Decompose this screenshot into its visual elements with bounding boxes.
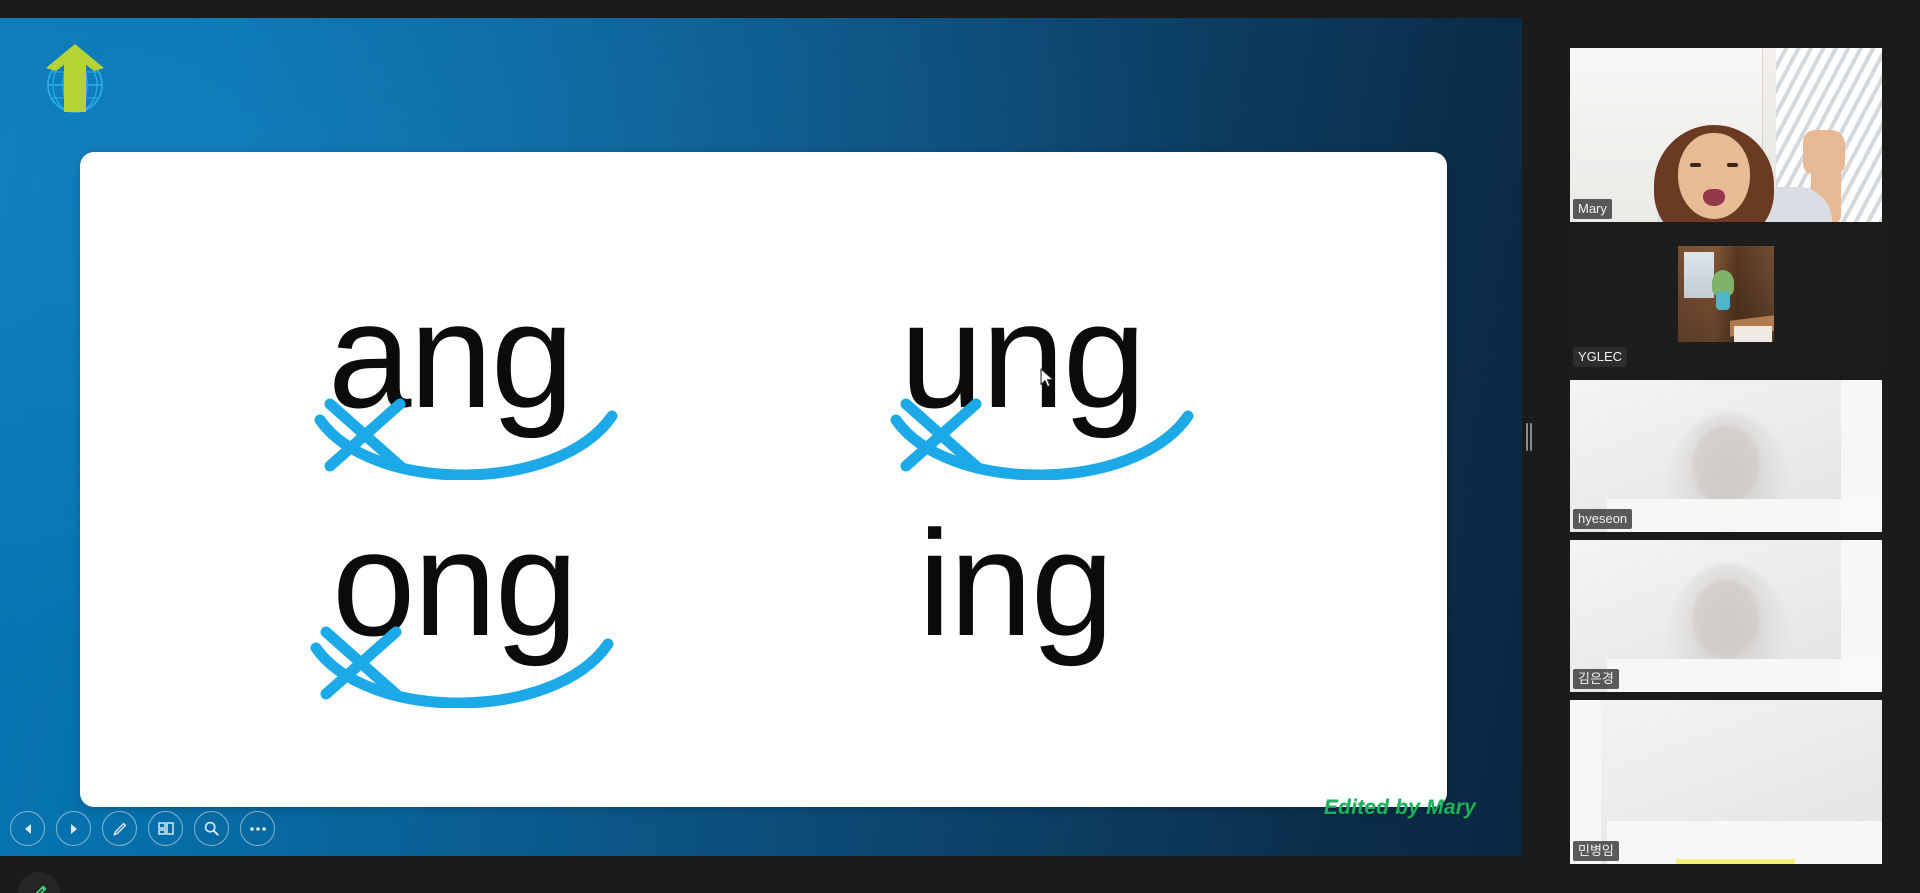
participant-tile-hyeseon[interactable]: hyeseon bbox=[1570, 380, 1882, 532]
syllable-text: ung bbox=[900, 271, 1146, 439]
syllable-text: ang bbox=[328, 271, 574, 439]
video-frame bbox=[1570, 700, 1882, 864]
slide-canvas[interactable]: ang ung ong ing bbox=[80, 152, 1447, 807]
pencil-icon bbox=[35, 885, 47, 893]
participant-video bbox=[1570, 700, 1882, 864]
participant-video bbox=[1570, 48, 1882, 222]
syllable-grid: ang ung ong ing bbox=[80, 152, 1447, 807]
participant-name: YGLEC bbox=[1573, 347, 1628, 367]
grip-icon bbox=[1526, 423, 1532, 451]
participant-name: 민병임 bbox=[1573, 841, 1619, 861]
zoom-button[interactable] bbox=[194, 811, 229, 846]
participant-roster: Mary YGLEC hyeseon 김은경 민병임 bbox=[1566, 0, 1920, 893]
conference-window: E ang bbox=[0, 0, 1920, 893]
syllable-ing: ing bbox=[918, 499, 1114, 667]
slide-toolbar bbox=[10, 811, 275, 846]
participant-tile-minbyeongim[interactable]: 민병임 bbox=[1570, 700, 1882, 864]
previous-slide-button[interactable] bbox=[10, 811, 45, 846]
syllable-ang: ang bbox=[328, 271, 574, 439]
video-frame bbox=[1570, 48, 1882, 222]
participant-name: Mary bbox=[1573, 199, 1612, 219]
magnifier-icon bbox=[204, 821, 219, 836]
panel-resize-handle[interactable] bbox=[1524, 18, 1534, 856]
participant-tile-yglec[interactable]: YGLEC bbox=[1570, 228, 1882, 370]
participant-name: 김은경 bbox=[1573, 669, 1619, 689]
avatar-image bbox=[1678, 246, 1774, 342]
syllable-text: ong bbox=[332, 499, 578, 667]
syllable-ung: ung bbox=[900, 271, 1146, 439]
participant-tile-kimeunkyung[interactable]: 김은경 bbox=[1570, 540, 1882, 692]
highlight-bar bbox=[1676, 859, 1795, 864]
pen-icon bbox=[112, 822, 126, 836]
participant-name: hyeseon bbox=[1573, 509, 1633, 529]
participant-tile-mary[interactable]: Mary bbox=[1570, 48, 1882, 222]
next-slide-button[interactable] bbox=[56, 811, 91, 846]
presentation-stage[interactable]: E ang bbox=[0, 18, 1522, 856]
next-slide-icon bbox=[70, 823, 77, 834]
syllable-ong: ong bbox=[332, 499, 578, 667]
more-options-icon bbox=[249, 826, 266, 831]
syllable-text: ing bbox=[918, 499, 1114, 667]
more-options-button[interactable] bbox=[240, 811, 275, 846]
edited-by-credit: Edited by Mary bbox=[1323, 796, 1476, 819]
screen-share-region: E ang bbox=[0, 18, 1522, 856]
layout-button[interactable] bbox=[148, 811, 183, 846]
previous-slide-icon bbox=[24, 823, 31, 834]
brand-logo: E bbox=[32, 38, 118, 124]
draw-tool-button[interactable] bbox=[18, 872, 60, 893]
annotate-button[interactable] bbox=[102, 811, 137, 846]
layout-icon bbox=[157, 822, 174, 835]
